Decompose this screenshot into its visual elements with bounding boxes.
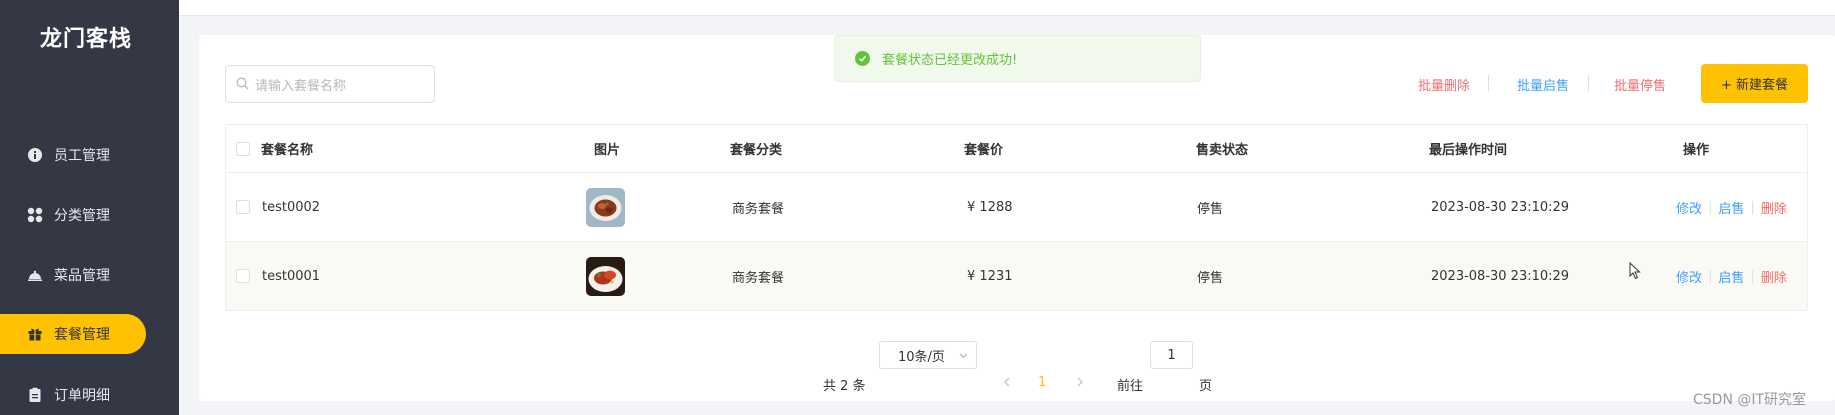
last-updated: 2023-08-30 23:10:29 — [1431, 268, 1570, 284]
page-suffix: 页 — [1199, 379, 1213, 394]
sidebar-item-label: 菜品管理 — [54, 268, 110, 284]
watermark: CSDN @IT研究室 — [1693, 392, 1807, 408]
gift-icon — [27, 326, 43, 342]
page-number-current[interactable]: 1 — [1038, 375, 1046, 390]
sidebar-item-dishes[interactable]: 菜品管理 — [0, 255, 146, 295]
sidebar-item-orders[interactable]: 订单明细 — [0, 375, 146, 415]
top-bar — [179, 0, 1835, 16]
search-input[interactable]: 请输入套餐名称 — [225, 65, 435, 103]
row-checkbox[interactable] — [236, 269, 250, 283]
column-header: 套餐名称 — [261, 143, 314, 158]
sidebar-item-label: 套餐管理 — [54, 327, 110, 343]
page-size-value: 10条/页 — [898, 349, 945, 365]
column-header: 最后操作时间 — [1429, 143, 1508, 158]
pagination-total: 共 2 条 — [823, 379, 866, 394]
cloche-icon — [27, 267, 43, 283]
toast-message: 套餐状态已经更改成功! — [882, 53, 1018, 68]
edit-link[interactable]: 修改 — [1676, 267, 1702, 286]
enable-link[interactable]: 启售 — [1718, 267, 1744, 286]
edit-link[interactable]: 修改 — [1676, 198, 1702, 217]
mouse-cursor-icon — [1629, 261, 1641, 284]
chevron-down-icon — [959, 348, 968, 363]
meal-image — [586, 187, 625, 227]
main-card: 请输入套餐名称 批量删除 批量启售 批量停售 + 新建套餐 套餐名称 图片 套餐… — [199, 35, 1835, 401]
check-circle-icon — [855, 51, 870, 66]
select-all-checkbox[interactable] — [236, 141, 250, 156]
success-toast: 套餐状态已经更改成功! — [834, 35, 1201, 82]
sale-status: 停售 — [1197, 270, 1224, 286]
meal-price: ¥ 1231 — [967, 268, 1013, 284]
column-header: 套餐价 — [964, 143, 1004, 158]
batch-disable-button[interactable]: 批量停售 — [1614, 75, 1666, 94]
enable-link[interactable]: 启售 — [1718, 198, 1744, 217]
meal-image — [586, 256, 625, 296]
meal-category: 商务套餐 — [732, 270, 785, 286]
column-header: 图片 — [593, 143, 620, 158]
meal-name: test0002 — [262, 199, 321, 215]
clipboard-icon — [27, 387, 43, 403]
goto-label: 前往 — [1117, 379, 1144, 394]
batch-delete-button[interactable]: 批量删除 — [1418, 75, 1470, 94]
delete-link[interactable]: 删除 — [1761, 198, 1787, 217]
grid-icon — [27, 207, 43, 223]
sidebar-item-label: 订单明细 — [54, 388, 110, 404]
sidebar-item-label: 员工管理 — [54, 148, 110, 164]
table-row: test0002 商务套餐 ¥ 1288 停售 2023-08-30 23:10… — [226, 173, 1807, 242]
last-updated: 2023-08-30 23:10:29 — [1431, 199, 1570, 215]
sidebar-item-employees[interactable]: 员工管理 — [0, 135, 146, 175]
set-meal-table: 套餐名称 图片 套餐分类 套餐价 售卖状态 最后操作时间 操作 test0002… — [225, 124, 1808, 311]
next-page-button[interactable] — [1076, 376, 1084, 391]
search-placeholder: 请输入套餐名称 — [255, 78, 347, 94]
sidebar-item-label: 分类管理 — [54, 208, 110, 224]
search-icon — [236, 75, 249, 94]
table-row: test0001 商务套餐 ¥ 1231 停售 2023-08-30 23:10… — [226, 242, 1807, 311]
delete-link[interactable]: 删除 — [1761, 267, 1787, 286]
table-header: 套餐名称 图片 套餐分类 套餐价 售卖状态 最后操作时间 操作 — [226, 125, 1807, 173]
prev-page-button[interactable] — [1003, 376, 1011, 391]
meal-price: ¥ 1288 — [967, 199, 1013, 215]
column-header: 售卖状态 — [1196, 143, 1249, 158]
app-logo-title: 龙门客栈 — [40, 27, 133, 52]
meal-name: test0001 — [262, 268, 321, 284]
batch-enable-button[interactable]: 批量启售 — [1517, 75, 1569, 94]
meal-category: 商务套餐 — [732, 201, 785, 217]
info-circle-icon — [27, 147, 43, 163]
sidebar-item-set-meals[interactable]: 套餐管理 — [0, 314, 146, 354]
sidebar: 龙门客栈 员工管理 分类管理 菜品管理 套餐管理 订单明细 — [0, 0, 179, 415]
page-size-select[interactable]: 10条/页 — [879, 341, 977, 369]
sale-status: 停售 — [1197, 201, 1224, 217]
row-checkbox[interactable] — [236, 200, 250, 214]
column-header: 操作 — [1683, 143, 1710, 158]
sidebar-item-categories[interactable]: 分类管理 — [0, 195, 146, 235]
new-set-meal-button[interactable]: + 新建套餐 — [1701, 64, 1808, 103]
divider — [1488, 75, 1489, 91]
column-header: 套餐分类 — [730, 143, 783, 158]
goto-page-input[interactable]: 1 — [1150, 341, 1193, 369]
divider — [1588, 75, 1589, 91]
